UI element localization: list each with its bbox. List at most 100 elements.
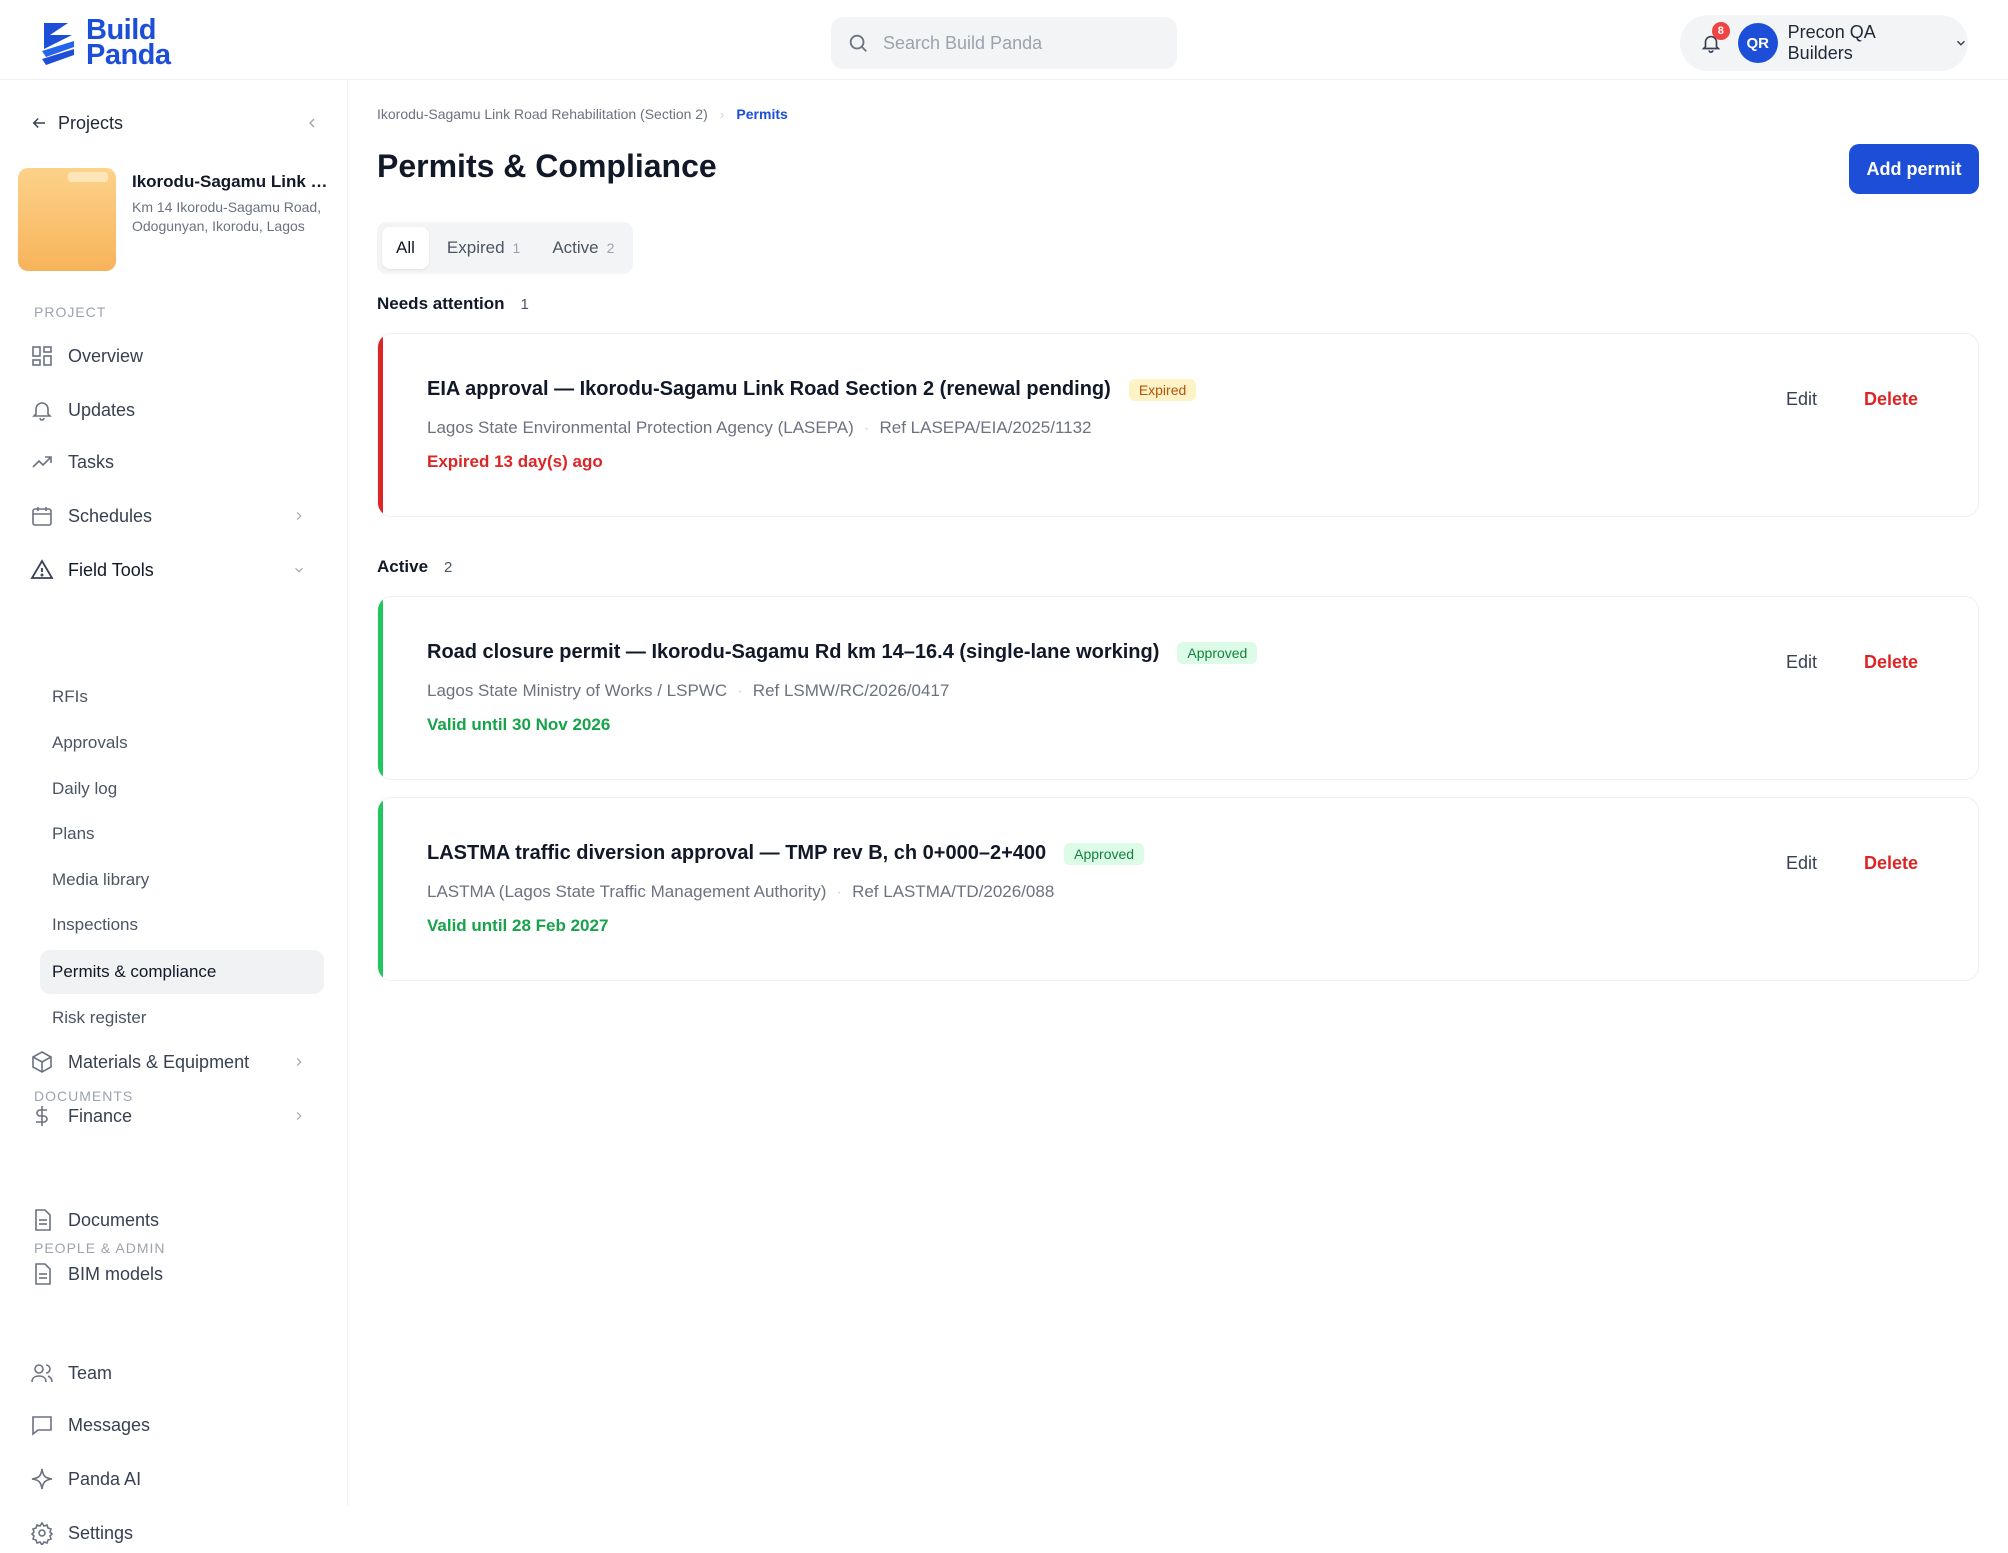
sidebar-item-media-library[interactable]: Media library	[40, 858, 324, 902]
search-box[interactable]	[831, 17, 1177, 69]
sidebar-item-plans[interactable]: Plans	[40, 812, 324, 856]
add-permit-button[interactable]: Add permit	[1849, 144, 1979, 194]
sidebar-item-daily-log[interactable]: Daily log	[40, 767, 324, 811]
project-thumbnail	[18, 168, 116, 271]
nav-bim-models[interactable]: BIM models	[30, 1254, 320, 1294]
nav-label: Settings	[68, 1522, 134, 1543]
tab-all[interactable]: All	[382, 227, 429, 269]
group-title: Needs attention	[377, 294, 505, 313]
permit-status: Valid until 30 Nov 2026	[427, 715, 611, 734]
section-label-documents: DOCUMENTS	[34, 1088, 134, 1104]
permit-ref: Ref LASEPA/EIA/2025/1132	[879, 418, 1092, 437]
warning-triangle-icon	[30, 559, 54, 579]
group-count: 1	[520, 295, 529, 313]
permit-authority: Lagos State Ministry of Works / LSPWC	[427, 681, 728, 700]
chevron-right-icon	[296, 1058, 302, 1066]
edit-button[interactable]: Edit	[1780, 388, 1823, 411]
logo-text-panda: Panda	[86, 39, 171, 71]
status-badge: Approved	[1177, 641, 1258, 664]
tab-count: 2	[606, 240, 615, 256]
nav-schedules[interactable]: Schedules	[30, 496, 320, 536]
meta-separator: ·	[863, 418, 870, 437]
breadcrumb-project[interactable]: Ikorodu-Sagamu Link Road Rehabilitation …	[377, 106, 708, 122]
permit-card: EIA approval — Ikorodu-Sagamu Link Road …	[377, 333, 1979, 517]
permit-title: LASTMA traffic diversion approval — TMP …	[427, 842, 1047, 864]
status-stripe	[378, 334, 383, 516]
sidebar-item-permits-compliance[interactable]: Permits & compliance	[40, 950, 324, 994]
permit-authority: LASTMA (Lagos State Traffic Management A…	[427, 882, 827, 901]
breadcrumb-separator: ›	[719, 106, 725, 122]
status-stripe	[378, 597, 383, 779]
group-count: 2	[444, 558, 453, 576]
permit-card: LASTMA traffic diversion approval — TMP …	[377, 797, 1979, 981]
tab-expired[interactable]: Expired 1	[433, 227, 534, 269]
nav-overview[interactable]: Overview	[30, 336, 320, 376]
tab-label: Expired	[446, 238, 505, 257]
search-input[interactable]	[881, 31, 1161, 55]
sidebar-item-inspections[interactable]: Inspections	[40, 903, 324, 947]
permit-ref: Ref LSMW/RC/2026/0417	[752, 681, 950, 700]
nav-documents[interactable]: Documents	[30, 1200, 320, 1240]
tab-count: 1	[512, 240, 521, 256]
chevron-down-icon	[295, 567, 303, 573]
search-icon	[849, 34, 867, 52]
nav-label: Materials & Equipment	[68, 1051, 250, 1072]
chevron-right-icon	[296, 512, 302, 520]
document-icon	[35, 1209, 51, 1231]
nav-tasks[interactable]: Tasks	[30, 442, 320, 482]
tab-label: Active	[552, 238, 599, 257]
nav-panda-ai[interactable]: Panda AI	[30, 1459, 320, 1499]
logo-icon	[42, 23, 74, 65]
edit-button[interactable]: Edit	[1780, 852, 1823, 875]
status-stripe	[378, 798, 383, 980]
nav-materials-equipment[interactable]: Materials & Equipment	[30, 1042, 320, 1082]
delete-button[interactable]: Delete	[1858, 852, 1924, 875]
nav-label: Documents	[68, 1209, 160, 1230]
nav-label: Schedules	[68, 505, 153, 526]
document-icon	[35, 1263, 51, 1285]
collapse-sidebar-icon[interactable]	[304, 115, 320, 131]
top-bar: Build Panda 8 QR Precon QA Builders	[0, 0, 2008, 80]
dollar-icon	[36, 1106, 48, 1126]
permit-authority: Lagos State Environmental Protection Age…	[427, 418, 854, 437]
chevron-down-icon[interactable]	[1954, 36, 1968, 50]
notifications-button[interactable]: 8	[1694, 22, 1730, 60]
nav-label: BIM models	[68, 1263, 164, 1284]
project-card[interactable]: Ikorodu-Sagamu Link Road Rehabilitation …	[18, 168, 328, 276]
nav-updates[interactable]: Updates	[30, 390, 320, 430]
nav-settings[interactable]: Settings	[30, 1513, 320, 1553]
sidebar-item-risk-register[interactable]: Risk register	[40, 996, 324, 1040]
edit-button[interactable]: Edit	[1780, 651, 1823, 674]
back-label: Projects	[58, 112, 124, 133]
trend-icon	[32, 456, 52, 468]
breadcrumb: Ikorodu-Sagamu Link Road Rehabilitation …	[377, 106, 788, 122]
section-label-project: PROJECT	[34, 304, 107, 320]
meta-separator: ·	[737, 681, 743, 700]
permit-title: Road closure permit — Ikorodu-Sagamu Rd …	[427, 641, 1160, 663]
nav-field-tools[interactable]: Field Tools	[30, 550, 320, 590]
nav-team[interactable]: Team	[30, 1353, 320, 1393]
permit-status: Valid until 28 Feb 2027	[427, 916, 609, 935]
back-to-projects-link[interactable]: Projects	[30, 110, 320, 136]
arrow-left-icon	[32, 117, 45, 129]
nav-label: Messages	[68, 1414, 151, 1435]
nav-label: Team	[68, 1362, 113, 1383]
sidebar-item-rfis[interactable]: RFIs	[40, 675, 324, 719]
nav-messages[interactable]: Messages	[30, 1405, 320, 1445]
message-icon	[32, 1416, 52, 1436]
nav-label: Overview	[68, 345, 144, 366]
calendar-icon	[32, 507, 52, 526]
delete-button[interactable]: Delete	[1858, 651, 1924, 674]
gear-icon	[30, 1521, 54, 1545]
sidebar-item-approvals[interactable]: Approvals	[40, 721, 324, 765]
page-title: Permits & Compliance	[377, 148, 717, 184]
avatar[interactable]: QR	[1737, 23, 1778, 63]
nav-label: Field Tools	[68, 559, 154, 580]
notification-count-badge: 8	[1711, 22, 1730, 40]
delete-button[interactable]: Delete	[1858, 388, 1924, 411]
build-panda-logo[interactable]: Build Panda	[38, 16, 171, 71]
tab-active[interactable]: Active 2	[538, 227, 628, 269]
chevron-right-icon	[296, 1112, 302, 1120]
permit-title: EIA approval — Ikorodu-Sagamu Link Road …	[427, 378, 1111, 400]
org-name[interactable]: Precon QA Builders	[1788, 22, 1944, 64]
